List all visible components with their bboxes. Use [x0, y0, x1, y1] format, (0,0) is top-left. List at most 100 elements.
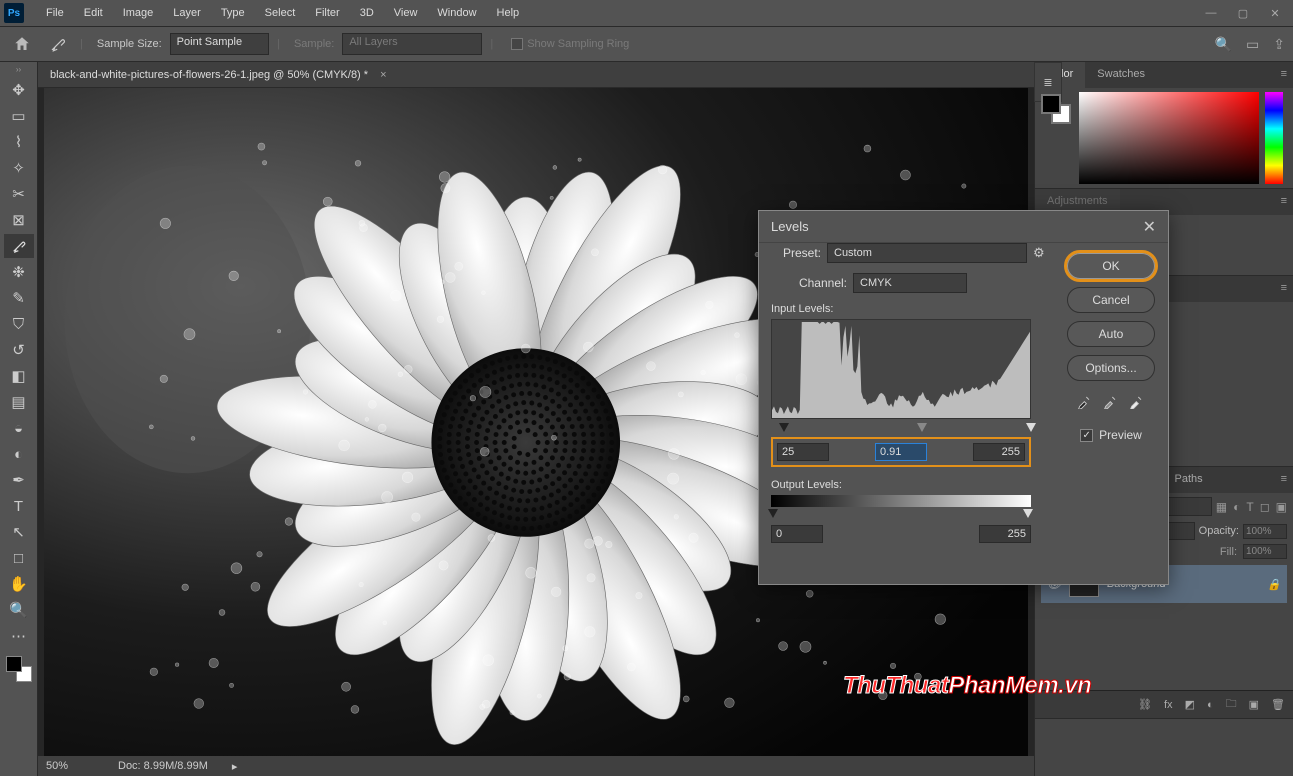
- toolbox-colors[interactable]: [6, 656, 32, 682]
- adjustment-layer-icon[interactable]: ◐: [1207, 699, 1214, 711]
- tool-type[interactable]: T: [4, 494, 34, 518]
- preset-select[interactable]: Custom: [827, 243, 1027, 263]
- status-zoom[interactable]: 50%: [46, 760, 94, 772]
- fill-input[interactable]: 100%: [1243, 544, 1287, 559]
- layer-mask-icon[interactable]: ◩: [1185, 698, 1195, 711]
- tool-crop[interactable]: ✂: [4, 182, 34, 206]
- menu-file[interactable]: File: [36, 3, 74, 23]
- color-panel-menu[interactable]: ≡: [1275, 62, 1293, 88]
- document-tab-close[interactable]: ×: [380, 69, 386, 81]
- tool-magic-wand[interactable]: ✧: [4, 156, 34, 180]
- window-close[interactable]: ✕: [1261, 3, 1289, 23]
- tool-path-select[interactable]: ↖: [4, 520, 34, 544]
- tool-gradient[interactable]: ▤: [4, 390, 34, 414]
- tool-move[interactable]: ✥: [4, 78, 34, 102]
- status-docinfo: Doc: 8.99M/8.99M: [118, 760, 208, 772]
- output-slider-black[interactable]: [768, 509, 778, 518]
- tool-brush[interactable]: ✎: [4, 286, 34, 310]
- input-slider-white[interactable]: [1026, 423, 1036, 432]
- sample-size-select[interactable]: Point Sample: [170, 33, 269, 55]
- layers-panel-menu[interactable]: ≡: [1275, 467, 1293, 493]
- channel-select[interactable]: CMYK: [853, 273, 967, 293]
- filter-type-icon[interactable]: T: [1246, 500, 1253, 514]
- levels-dialog: Levels ✕ Preset: Custom ⚙ Channel: CMYK …: [758, 210, 1169, 585]
- options-button[interactable]: Options...: [1067, 355, 1155, 381]
- menu-filter[interactable]: Filter: [305, 3, 349, 23]
- tool-heal[interactable]: ❉: [4, 260, 34, 284]
- filter-pixel-icon[interactable]: ▦: [1216, 500, 1227, 514]
- tool-lasso[interactable]: ⌇: [4, 130, 34, 154]
- tool-blur[interactable]: ◒: [4, 416, 34, 440]
- preview-checkbox[interactable]: ✓: [1080, 429, 1093, 442]
- show-sampling-ring-checkbox[interactable]: [511, 38, 523, 50]
- preset-menu-icon[interactable]: ⚙: [1033, 245, 1045, 261]
- menu-image[interactable]: Image: [113, 3, 164, 23]
- window-maximize[interactable]: ▢: [1229, 3, 1257, 23]
- sample-select[interactable]: All Layers: [342, 33, 482, 55]
- delete-layer-icon[interactable]: 🗑: [1271, 698, 1285, 711]
- window-minimize[interactable]: —: [1197, 3, 1225, 23]
- menu-view[interactable]: View: [384, 3, 428, 23]
- white-point-eyedropper-icon[interactable]: [1129, 393, 1145, 412]
- color-fgbg[interactable]: [1041, 94, 1071, 124]
- tool-rectangle[interactable]: □: [4, 546, 34, 570]
- workspace-icon[interactable]: ▭: [1246, 36, 1259, 53]
- gray-point-eyedropper-icon[interactable]: [1103, 393, 1119, 412]
- tab-swatches[interactable]: Swatches: [1085, 62, 1157, 88]
- input-slider-gray[interactable]: [917, 423, 927, 432]
- color-picker-field[interactable]: [1079, 92, 1259, 184]
- tool-edit-toolbar[interactable]: ⋯: [4, 624, 34, 648]
- home-icon[interactable]: [8, 30, 36, 58]
- output-black-field[interactable]: 0: [771, 525, 823, 543]
- hue-slider[interactable]: [1265, 92, 1283, 184]
- tool-history-brush[interactable]: ↺: [4, 338, 34, 362]
- tool-clone-stamp[interactable]: ⛉: [4, 312, 34, 336]
- tab-paths[interactable]: Paths: [1163, 467, 1215, 493]
- tool-hand[interactable]: ✋: [4, 572, 34, 596]
- input-mid-field[interactable]: 0.91: [875, 443, 927, 461]
- output-slider[interactable]: [771, 509, 1031, 519]
- input-slider-black[interactable]: [779, 423, 789, 432]
- auto-button[interactable]: Auto: [1067, 321, 1155, 347]
- tool-eyedropper[interactable]: [4, 234, 34, 258]
- cancel-button[interactable]: Cancel: [1067, 287, 1155, 313]
- layer-group-icon[interactable]: 🗀: [1226, 695, 1237, 714]
- dialog-close[interactable]: ✕: [1143, 217, 1156, 237]
- status-arrow[interactable]: ▸: [232, 760, 238, 773]
- tool-dodge[interactable]: ◐: [4, 442, 34, 466]
- layer-fx-icon[interactable]: fx: [1164, 699, 1173, 711]
- black-point-eyedropper-icon[interactable]: [1077, 393, 1093, 412]
- new-layer-icon[interactable]: ▣: [1249, 698, 1259, 711]
- filter-shape-icon[interactable]: ◻: [1260, 500, 1270, 514]
- tool-marquee[interactable]: ▭: [4, 104, 34, 128]
- toolbox-handle[interactable]: ››: [0, 62, 37, 76]
- menu-window[interactable]: Window: [427, 3, 486, 23]
- menu-3d[interactable]: 3D: [350, 3, 384, 23]
- filter-smart-icon[interactable]: ▣: [1276, 500, 1287, 514]
- search-icon[interactable]: 🔍: [1215, 36, 1232, 53]
- preset-label: Preset:: [771, 246, 821, 260]
- tool-zoom[interactable]: 🔍: [4, 598, 34, 622]
- adjustments-panel-menu[interactable]: ≡: [1275, 189, 1293, 215]
- document-tab[interactable]: black-and-white-pictures-of-flowers-26-1…: [38, 62, 1034, 88]
- input-white-field[interactable]: 255: [973, 443, 1025, 461]
- layer-locked-icon[interactable]: 🔒: [1267, 578, 1281, 591]
- output-slider-white[interactable]: [1023, 509, 1033, 518]
- menu-type[interactable]: Type: [211, 3, 255, 23]
- menu-select[interactable]: Select: [255, 3, 306, 23]
- input-slider[interactable]: [771, 423, 1031, 433]
- tool-eraser[interactable]: ◧: [4, 364, 34, 388]
- menu-layer[interactable]: Layer: [163, 3, 211, 23]
- menu-help[interactable]: Help: [487, 3, 530, 23]
- properties-panel-menu[interactable]: ≡: [1275, 276, 1293, 302]
- tool-frame[interactable]: ⊠: [4, 208, 34, 232]
- link-layers-icon[interactable]: ⛓: [1138, 698, 1152, 711]
- opacity-input[interactable]: 100%: [1243, 524, 1287, 539]
- output-white-field[interactable]: 255: [979, 525, 1031, 543]
- share-icon[interactable]: ⇪: [1273, 36, 1285, 53]
- input-black-field[interactable]: 25: [777, 443, 829, 461]
- tool-pen[interactable]: ✒: [4, 468, 34, 492]
- filter-adj-icon[interactable]: ◐: [1233, 500, 1240, 514]
- menu-edit[interactable]: Edit: [74, 3, 113, 23]
- ok-button[interactable]: OK: [1067, 253, 1155, 279]
